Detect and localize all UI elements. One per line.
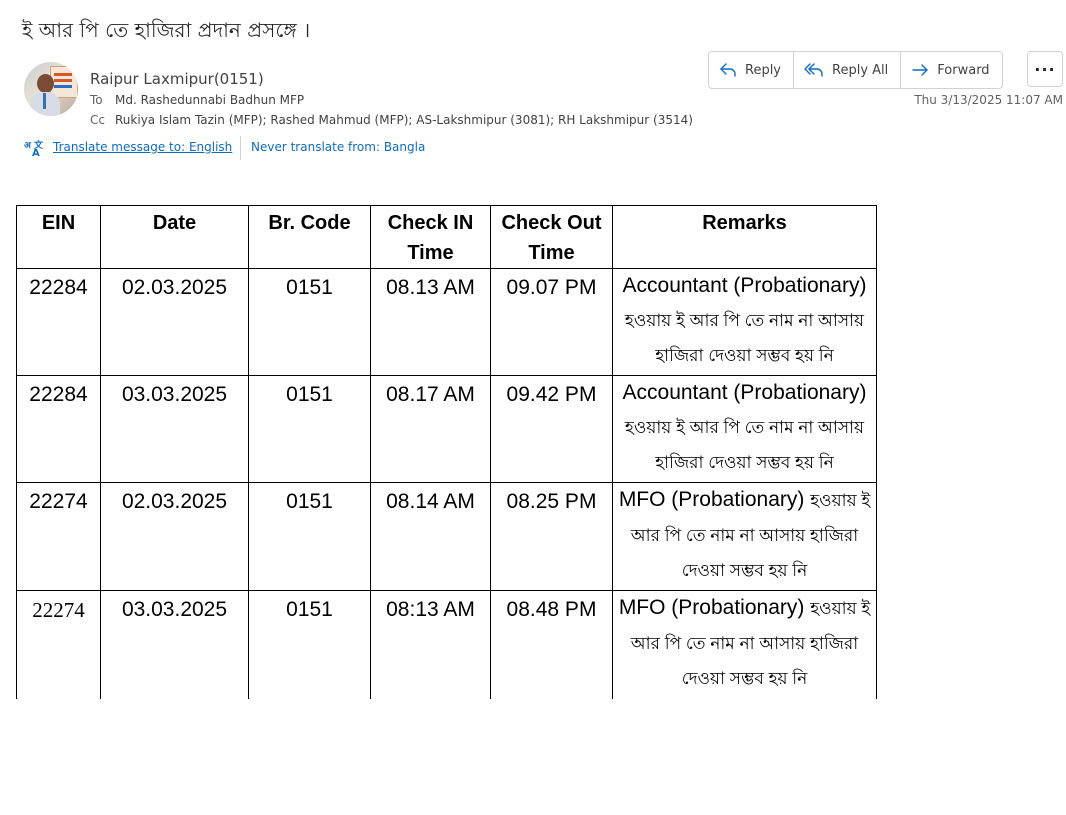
- cc-label: Cc: [90, 113, 105, 127]
- remark-english: Accountant (Probationary): [622, 381, 867, 404]
- cell-check-in: 08.13 AM: [370, 268, 491, 376]
- translate-icon: अA文: [24, 139, 46, 159]
- col-header-ein: EIN: [16, 205, 101, 269]
- cell-ein: 22284: [16, 268, 101, 376]
- attendance-table: EIN Date Br. Code Check IN Time Check Ou…: [16, 205, 877, 699]
- cell-date: 03.03.2025: [100, 590, 249, 699]
- never-translate-link[interactable]: Never translate from: Bangla: [251, 140, 425, 154]
- table-row: 22274 02.03.2025 0151 08.14 AM 08.25 PM …: [16, 482, 877, 591]
- sender-name[interactable]: Raipur Laxmipur(0151): [90, 70, 264, 88]
- cell-remarks: Accountant (Probationary) হওয়ায় ই আর পি…: [612, 268, 877, 376]
- message-date: Thu 3/13/2025 11:07 AM: [914, 93, 1063, 107]
- remark-bangla: হওয়ায় ই আর পি তে নাম না আসায় হাজিরা দ…: [624, 311, 865, 365]
- cell-check-out: 09.07 PM: [490, 268, 613, 376]
- cc-value[interactable]: Rukiya Islam Tazin (MFP); Rashed Mahmud …: [115, 113, 693, 127]
- cell-remarks: Accountant (Probationary) হওয়ায় ই আর পি…: [612, 375, 877, 483]
- to-label: To: [90, 93, 103, 107]
- cell-ein: 22274: [16, 590, 101, 699]
- avatar-lanyard: [43, 93, 46, 109]
- table-row: 22284 02.03.2025 0151 08.13 AM 09.07 PM …: [16, 268, 877, 376]
- col-header-check-out: Check Out Time: [490, 205, 613, 269]
- cell-branch-code: 0151: [248, 375, 371, 483]
- col-header-check-in: Check IN Time: [370, 205, 491, 269]
- cell-branch-code: 0151: [248, 482, 371, 591]
- reply-all-icon: [804, 63, 823, 77]
- sender-avatar[interactable]: [24, 62, 78, 116]
- cell-date: 02.03.2025: [100, 268, 249, 376]
- forward-button[interactable]: Forward: [901, 52, 1001, 88]
- svg-text:文: 文: [33, 139, 44, 151]
- col-header-remarks: Remarks: [612, 205, 877, 269]
- remark-english: MFO (Probationary): [618, 488, 805, 511]
- svg-text:अ: अ: [24, 141, 32, 151]
- cell-check-in: 08.14 AM: [370, 482, 491, 591]
- cell-date: 02.03.2025: [100, 482, 249, 591]
- to-recipients: To Md. Rashedunnabi Badhun MFP: [90, 93, 304, 107]
- cell-check-in: 08:13 AM: [370, 590, 491, 699]
- cell-branch-code: 0151: [248, 268, 371, 376]
- message-actions: Reply Reply All Forward: [708, 51, 1003, 89]
- reply-icon: [720, 63, 736, 77]
- remark-english: Accountant (Probationary): [622, 274, 867, 297]
- reply-all-button[interactable]: Reply All: [794, 52, 902, 88]
- reply-label: Reply: [745, 62, 782, 78]
- cc-recipients: Cc Rukiya Islam Tazin (MFP); Rashed Mahmu…: [90, 113, 693, 127]
- table-row: 22274 03.03.2025 0151 08:13 AM 08.48 PM …: [16, 590, 877, 699]
- cell-ein: 22274: [16, 482, 101, 591]
- reply-all-label: Reply All: [832, 62, 889, 78]
- cell-check-out: 09.42 PM: [490, 375, 613, 483]
- cell-check-in: 08.17 AM: [370, 375, 491, 483]
- translate-divider: [240, 136, 241, 160]
- cell-branch-code: 0151: [248, 590, 371, 699]
- remark-english: MFO (Probationary): [618, 596, 805, 619]
- cell-ein: 22284: [16, 375, 101, 483]
- cell-check-out: 08.25 PM: [490, 482, 613, 591]
- table-row: 22284 03.03.2025 0151 08.17 AM 09.42 PM …: [16, 375, 877, 483]
- translate-link[interactable]: Translate message to: English: [53, 140, 232, 154]
- col-header-branch-code: Br. Code: [248, 205, 371, 269]
- email-subject: ই আর পি তে হাজিরা প্রদান প্রসঙ্গে ।: [22, 18, 311, 42]
- cell-check-out: 08.48 PM: [490, 590, 613, 699]
- cell-remarks: MFO (Probationary) হওয়ায় ই আর পি তে না…: [612, 482, 877, 591]
- forward-icon: [912, 64, 928, 76]
- avatar-head: [37, 74, 54, 93]
- reply-button[interactable]: Reply: [709, 52, 795, 88]
- table-header-row: EIN Date Br. Code Check IN Time Check Ou…: [16, 205, 877, 269]
- cell-remarks: MFO (Probationary) হওয়ায় ই আর পি তে না…: [612, 590, 877, 699]
- forward-label: Forward: [937, 62, 990, 78]
- remark-bangla: হওয়ায় ই আর পি তে নাম না আসায় হাজিরা দ…: [624, 418, 865, 472]
- col-header-date: Date: [100, 205, 249, 269]
- to-value[interactable]: Md. Rashedunnabi Badhun MFP: [115, 93, 304, 107]
- more-actions-button[interactable]: ···: [1027, 51, 1063, 87]
- cell-date: 03.03.2025: [100, 375, 249, 483]
